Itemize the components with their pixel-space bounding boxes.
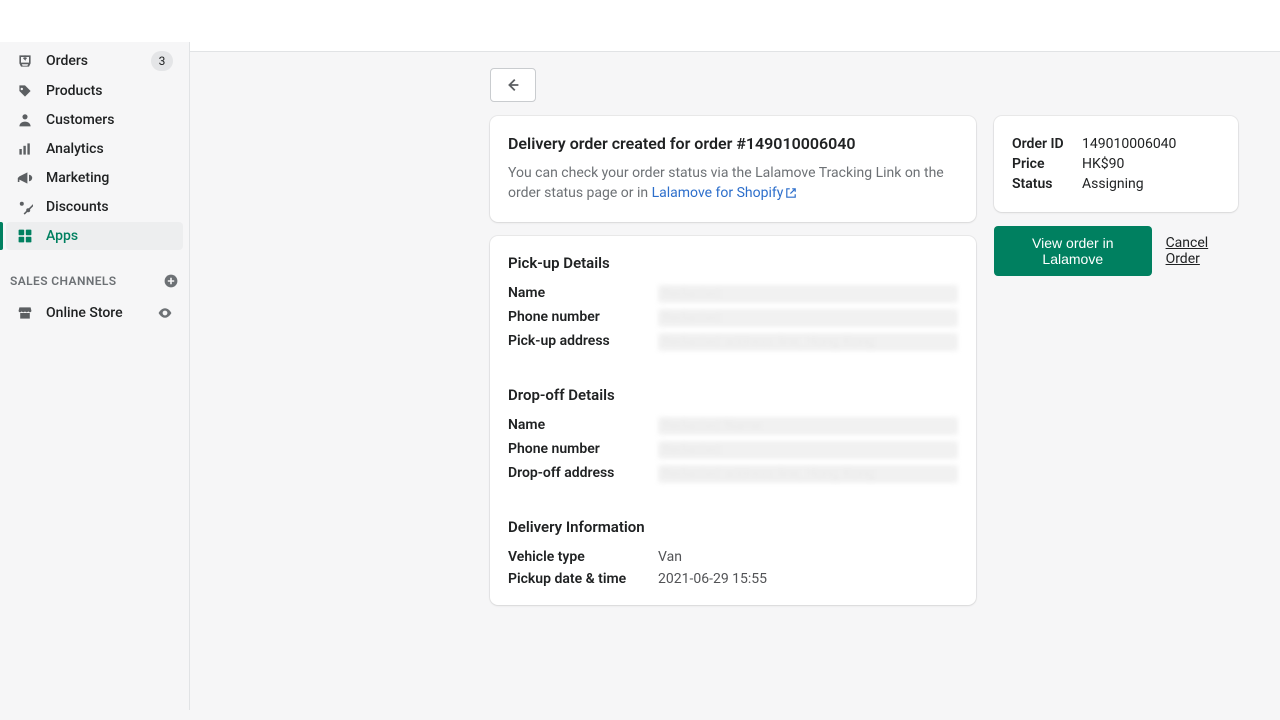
dropoff-phone-value: Redacted <box>658 441 958 459</box>
pickup-time-label: Pickup date & time <box>508 571 658 587</box>
dropoff-address-label: Drop-off address <box>508 465 658 481</box>
user-icon <box>16 111 34 129</box>
pickup-address-row: Pick-up address Redacted address line, H… <box>490 330 976 354</box>
order-id-label: Order ID <box>1012 136 1082 152</box>
sidebar-item-orders[interactable]: Orders 3 <box>6 46 183 76</box>
pickup-address-label: Pick-up address <box>508 333 658 349</box>
status-label: Status <box>1012 176 1082 192</box>
pickup-address-value: Redacted address line, Hong Kong <box>658 333 958 351</box>
delivery-info-title: Delivery Information <box>490 500 976 546</box>
external-link-icon <box>785 187 797 199</box>
inbox-icon <box>16 52 34 70</box>
pickup-details-title: Pick-up Details <box>490 236 976 282</box>
vehicle-type-row: Vehicle type Van <box>490 546 976 568</box>
price-row: Price HK$90 <box>1012 154 1220 174</box>
sidebar-item-label: Apps <box>46 228 78 244</box>
bar-chart-icon <box>16 140 34 158</box>
sidebar-item-discounts[interactable]: Discounts <box>6 193 183 221</box>
pickup-time-value: 2021-06-29 15:55 <box>658 571 958 587</box>
dropoff-details-title: Drop-off Details <box>490 368 976 414</box>
sidebar-item-label: Discounts <box>46 199 109 215</box>
sidebar-item-customers[interactable]: Customers <box>6 106 183 134</box>
sidebar-item-analytics[interactable]: Analytics <box>6 135 183 163</box>
main-content: Delivery order created for order #149010… <box>190 52 1280 720</box>
order-id-value: 149010006040 <box>1082 136 1220 152</box>
sidebar-item-label: Online Store <box>46 305 123 321</box>
pickup-phone-label: Phone number <box>508 309 658 325</box>
delivery-created-title: Delivery order created for order #149010… <box>508 134 958 153</box>
sidebar-item-online-store[interactable]: Online Store <box>6 299 183 327</box>
arrow-left-icon <box>504 76 522 94</box>
tag-icon <box>16 82 34 100</box>
pickup-name-row: Name Redacted <box>490 282 976 306</box>
sidebar-item-marketing[interactable]: Marketing <box>6 164 183 192</box>
status-row: Status Assigning <box>1012 174 1220 194</box>
delivery-created-text: You can check your order status via the … <box>508 163 958 204</box>
cancel-order-link[interactable]: Cancel Order <box>1166 235 1238 267</box>
sidebar-section-label: SALES CHANNELS <box>10 274 117 288</box>
dropoff-name-value: Redacted Name <box>658 417 958 435</box>
store-icon <box>16 304 34 322</box>
price-label: Price <box>1012 156 1082 172</box>
pickup-phone-value: Redacted <box>658 309 958 327</box>
view-order-lalamove-button[interactable]: View order in Lalamove <box>994 226 1152 276</box>
status-value: Assigning <box>1082 176 1220 192</box>
dropoff-phone-label: Phone number <box>508 441 658 457</box>
dropoff-address-value: Redacted address line, Hong Kong <box>658 465 958 483</box>
sidebar-item-apps[interactable]: Apps <box>6 222 183 250</box>
delivery-created-card: Delivery order created for order #149010… <box>490 116 976 222</box>
apps-icon <box>16 227 34 245</box>
percent-icon <box>16 198 34 216</box>
sidebar-item-label: Products <box>46 83 103 99</box>
pickup-name-label: Name <box>508 285 658 301</box>
sidebar-item-label: Analytics <box>46 141 104 157</box>
top-bar <box>0 0 1280 52</box>
eye-icon[interactable] <box>157 305 173 321</box>
back-button[interactable] <box>490 68 536 102</box>
dropoff-name-row: Name Redacted Name <box>490 414 976 438</box>
order-id-row: Order ID 149010006040 <box>1012 134 1220 154</box>
dropoff-name-label: Name <box>508 417 658 433</box>
sidebar: Orders 3 Products Customers Analytics <box>0 42 190 710</box>
sidebar-item-products[interactable]: Products <box>6 77 183 105</box>
megaphone-icon <box>16 169 34 187</box>
order-actions: View order in Lalamove Cancel Order <box>994 226 1238 276</box>
vehicle-type-label: Vehicle type <box>508 549 658 565</box>
sidebar-item-label: Customers <box>46 112 114 128</box>
details-card: Pick-up Details Name Redacted Phone numb… <box>490 236 976 605</box>
lalamove-shopify-link[interactable]: Lalamove for Shopify <box>652 185 798 201</box>
pickup-name-value: Redacted <box>658 285 958 303</box>
pickup-phone-row: Phone number Redacted <box>490 306 976 330</box>
dropoff-phone-row: Phone number Redacted <box>490 438 976 462</box>
dropoff-address-row: Drop-off address Redacted address line, … <box>490 462 976 486</box>
pickup-time-row: Pickup date & time 2021-06-29 15:55 <box>490 568 976 605</box>
sidebar-item-label: Orders <box>46 53 88 69</box>
sidebar-item-label: Marketing <box>46 170 109 186</box>
orders-count-badge: 3 <box>151 51 173 71</box>
plus-circle-icon[interactable] <box>163 273 179 289</box>
price-value: HK$90 <box>1082 156 1220 172</box>
sidebar-section-sales-channels: SALES CHANNELS <box>0 267 189 295</box>
order-summary-card: Order ID 149010006040 Price HK$90 Status… <box>994 116 1238 212</box>
vehicle-type-value: Van <box>658 549 958 565</box>
